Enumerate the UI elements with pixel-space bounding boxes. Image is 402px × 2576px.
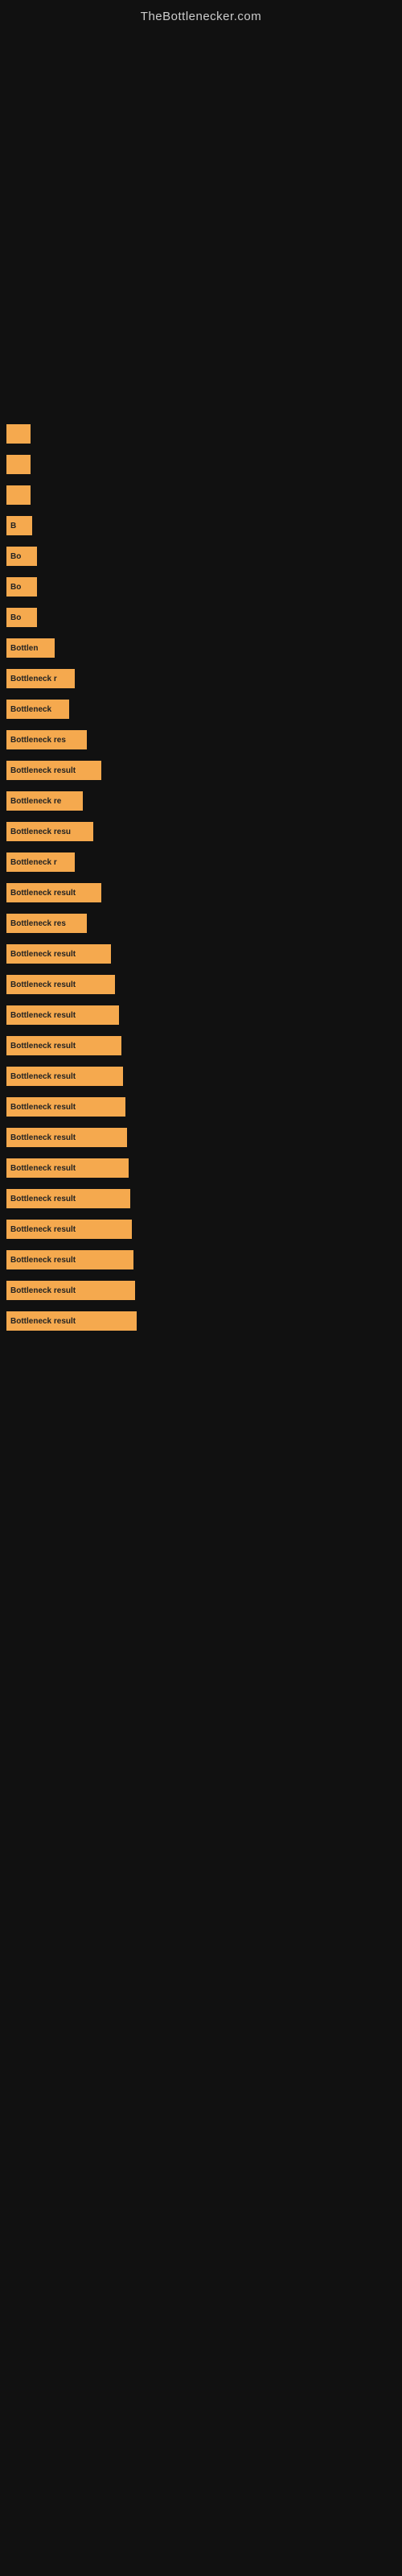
bar-row-0 xyxy=(6,424,396,444)
bar-row-27: Bottleneck result xyxy=(6,1250,396,1269)
bar-row-2 xyxy=(6,485,396,505)
bar-row-23: Bottleneck result xyxy=(6,1128,396,1147)
chart-area xyxy=(0,30,402,416)
bar-row-17: Bottleneck result xyxy=(6,944,396,964)
bar-row-9: Bottleneck xyxy=(6,700,396,719)
bar-row-18: Bottleneck result xyxy=(6,975,396,994)
bar-row-7: Bottlen xyxy=(6,638,396,658)
bar-fill-13: Bottleneck resu xyxy=(6,822,93,841)
bar-row-19: Bottleneck result xyxy=(6,1005,396,1025)
bar-fill-8: Bottleneck r xyxy=(6,669,75,688)
bar-fill-0 xyxy=(6,424,31,444)
bar-row-10: Bottleneck res xyxy=(6,730,396,749)
bar-fill-18: Bottleneck result xyxy=(6,975,115,994)
site-title: TheBottlenecker.com xyxy=(0,0,402,30)
bar-fill-23: Bottleneck result xyxy=(6,1128,127,1147)
bar-row-22: Bottleneck result xyxy=(6,1097,396,1117)
bar-fill-10: Bottleneck res xyxy=(6,730,87,749)
bar-row-13: Bottleneck resu xyxy=(6,822,396,841)
bar-fill-16: Bottleneck res xyxy=(6,914,87,933)
bar-row-11: Bottleneck result xyxy=(6,761,396,780)
bar-fill-4: Bo xyxy=(6,547,37,566)
bar-row-14: Bottleneck r xyxy=(6,852,396,872)
bar-fill-26: Bottleneck result xyxy=(6,1220,132,1239)
bar-row-6: Bo xyxy=(6,608,396,627)
bar-row-20: Bottleneck result xyxy=(6,1036,396,1055)
bar-fill-9: Bottleneck xyxy=(6,700,69,719)
bar-fill-29: Bottleneck result xyxy=(6,1311,137,1331)
bar-row-4: Bo xyxy=(6,547,396,566)
bar-fill-5: Bo xyxy=(6,577,37,597)
bar-row-16: Bottleneck res xyxy=(6,914,396,933)
bar-fill-21: Bottleneck result xyxy=(6,1067,123,1086)
bar-fill-14: Bottleneck r xyxy=(6,852,75,872)
bar-fill-15: Bottleneck result xyxy=(6,883,101,902)
bar-fill-2 xyxy=(6,485,31,505)
bar-row-29: Bottleneck result xyxy=(6,1311,396,1331)
bar-fill-1 xyxy=(6,455,31,474)
bar-fill-11: Bottleneck result xyxy=(6,761,101,780)
bar-fill-22: Bottleneck result xyxy=(6,1097,125,1117)
bar-fill-17: Bottleneck result xyxy=(6,944,111,964)
bar-row-12: Bottleneck re xyxy=(6,791,396,811)
bar-fill-19: Bottleneck result xyxy=(6,1005,119,1025)
bar-section: B Bo Bo Bo Bottlen Bottleneck r Bottleneck Bott… xyxy=(0,424,402,1331)
bar-row-26: Bottleneck result xyxy=(6,1220,396,1239)
bar-fill-28: Bottleneck result xyxy=(6,1281,135,1300)
bar-row-28: Bottleneck result xyxy=(6,1281,396,1300)
bar-fill-6: Bo xyxy=(6,608,37,627)
bar-fill-20: Bottleneck result xyxy=(6,1036,121,1055)
bar-row-8: Bottleneck r xyxy=(6,669,396,688)
bar-row-21: Bottleneck result xyxy=(6,1067,396,1086)
bar-fill-27: Bottleneck result xyxy=(6,1250,133,1269)
bar-row-3: B xyxy=(6,516,396,535)
bar-fill-3: B xyxy=(6,516,32,535)
bar-row-5: Bo xyxy=(6,577,396,597)
bar-row-1 xyxy=(6,455,396,474)
bar-row-15: Bottleneck result xyxy=(6,883,396,902)
bar-fill-12: Bottleneck re xyxy=(6,791,83,811)
bar-row-25: Bottleneck result xyxy=(6,1189,396,1208)
bar-row-24: Bottleneck result xyxy=(6,1158,396,1178)
bar-fill-25: Bottleneck result xyxy=(6,1189,130,1208)
bar-fill-7: Bottlen xyxy=(6,638,55,658)
bar-fill-24: Bottleneck result xyxy=(6,1158,129,1178)
